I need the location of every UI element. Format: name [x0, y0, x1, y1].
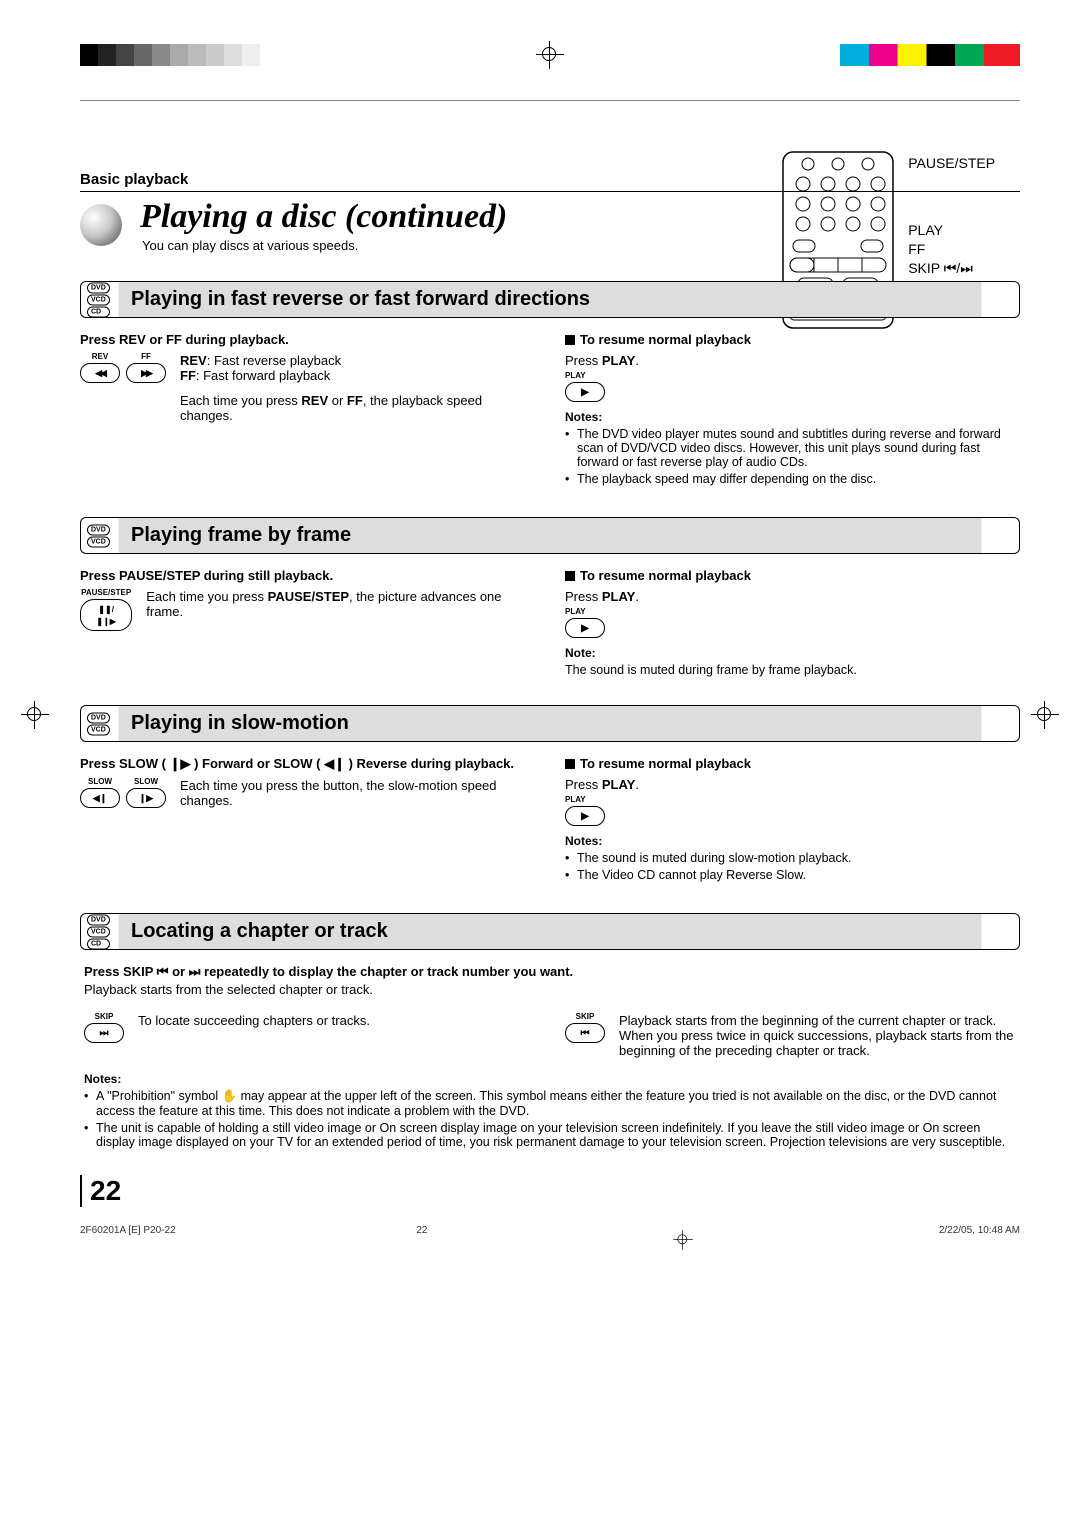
print-registration-top — [80, 40, 1020, 70]
remote-label-ff: FF — [908, 240, 1010, 259]
slow-forward-icon — [126, 788, 166, 808]
skip-prev-icon — [565, 1023, 605, 1043]
color-bar — [840, 44, 1020, 66]
ff-button: FF — [126, 353, 166, 383]
skip-prev-button: SKIP — [565, 1013, 605, 1043]
square-bullet-icon — [565, 571, 575, 581]
remote-label-skip: SKIP ⏮/⏭ — [908, 259, 1010, 278]
decorative-sphere — [80, 204, 122, 246]
section-heading-frame: DVDVCD Playing frame by frame — [80, 517, 1020, 554]
slow-rev-button: SLOW — [80, 778, 120, 808]
registration-mark-right — [1030, 700, 1060, 730]
s4-notes-header: Notes: — [84, 1072, 1016, 1086]
s4-note-2: The unit is capable of holding a still v… — [84, 1121, 1016, 1149]
s4-note-1: A "Prohibition" symbol ✋ may appear at t… — [84, 1089, 1016, 1118]
disc-badges: DVDVCD — [87, 524, 110, 547]
s2-left-title: Press PAUSE/STEP during still playback. — [80, 568, 535, 583]
ff-icon — [126, 363, 166, 383]
footer-left: 2F60201A [E] P20-22 — [80, 1225, 176, 1255]
slow-reverse-icon — [80, 788, 120, 808]
s1-note-2: The playback speed may differ depending … — [565, 472, 1020, 486]
registration-mark — [535, 40, 565, 70]
section-heading-locate: DVDVCDCD Locating a chapter or track — [80, 913, 1020, 950]
page-title: Playing a disc (continued) — [140, 198, 507, 236]
page-subtitle: You can play discs at various speeds. — [142, 238, 507, 253]
footer-right: 2/22/05, 10:48 AM — [939, 1225, 1020, 1255]
pause-step-icon — [80, 599, 132, 631]
registration-mark-left — [20, 700, 50, 730]
square-bullet-icon — [565, 335, 575, 345]
section-heading-slowmo: DVDVCD Playing in slow-motion — [80, 705, 1020, 742]
skip-next-icon — [84, 1023, 124, 1043]
disc-badges: DVDVCDCD — [87, 282, 110, 317]
square-bullet-icon — [565, 759, 575, 769]
rev-button: REV — [80, 353, 120, 383]
gradient-bar — [80, 44, 260, 66]
pause-step-button: PAUSE/STEP — [80, 589, 132, 631]
page-number: 22 — [80, 1175, 1020, 1207]
registration-mark-bottom — [673, 1230, 694, 1251]
section-heading-fastscan: DVDVCDCD Playing in fast reverse or fast… — [80, 281, 1020, 318]
remote-label-pause: PAUSE/STEP — [908, 154, 1010, 173]
s4-line2: Playback starts from the selected chapte… — [84, 982, 1016, 997]
s1-right-title: To resume normal playback — [565, 332, 1020, 347]
s1-note-1: The DVD video player mutes sound and sub… — [565, 427, 1020, 469]
play-icon — [565, 382, 605, 402]
footer-mid: 22 — [416, 1225, 427, 1255]
s3-note-2: The Video CD cannot play Reverse Slow. — [565, 868, 1020, 882]
slow-fwd-button: SLOW — [126, 778, 166, 808]
s2-note-1: The sound is muted during frame by frame… — [565, 663, 1020, 677]
play-icon — [565, 618, 605, 638]
remote-label-play: PLAY — [908, 221, 1010, 240]
s3-notes-header: Notes: — [565, 834, 1020, 848]
s2-notes-header: Note: — [565, 646, 1020, 660]
disc-badges: DVDVCD — [87, 712, 110, 735]
disc-badges: DVDVCDCD — [87, 914, 110, 949]
s3-note-1: The sound is muted during slow-motion pl… — [565, 851, 1020, 865]
s1-left-title: Press REV or FF during playback. — [80, 332, 535, 347]
s4-instruction: Press SKIP ⏮ or ⏭ repeatedly to display … — [84, 964, 1016, 980]
divider-line — [80, 100, 1020, 101]
s2-right-title: To resume normal playback — [565, 568, 1020, 583]
play-icon — [565, 806, 605, 826]
s3-left-title: Press SLOW ( ❙▶ ) Forward or SLOW ( ◀❙ )… — [80, 756, 535, 772]
s1-notes-header: Notes: — [565, 410, 1020, 424]
rev-icon — [80, 363, 120, 383]
skip-next-button: SKIP — [84, 1013, 124, 1043]
footer: 2F60201A [E] P20-22 22 2/22/05, 10:48 AM — [80, 1225, 1020, 1255]
s3-right-title: To resume normal playback — [565, 756, 1020, 771]
